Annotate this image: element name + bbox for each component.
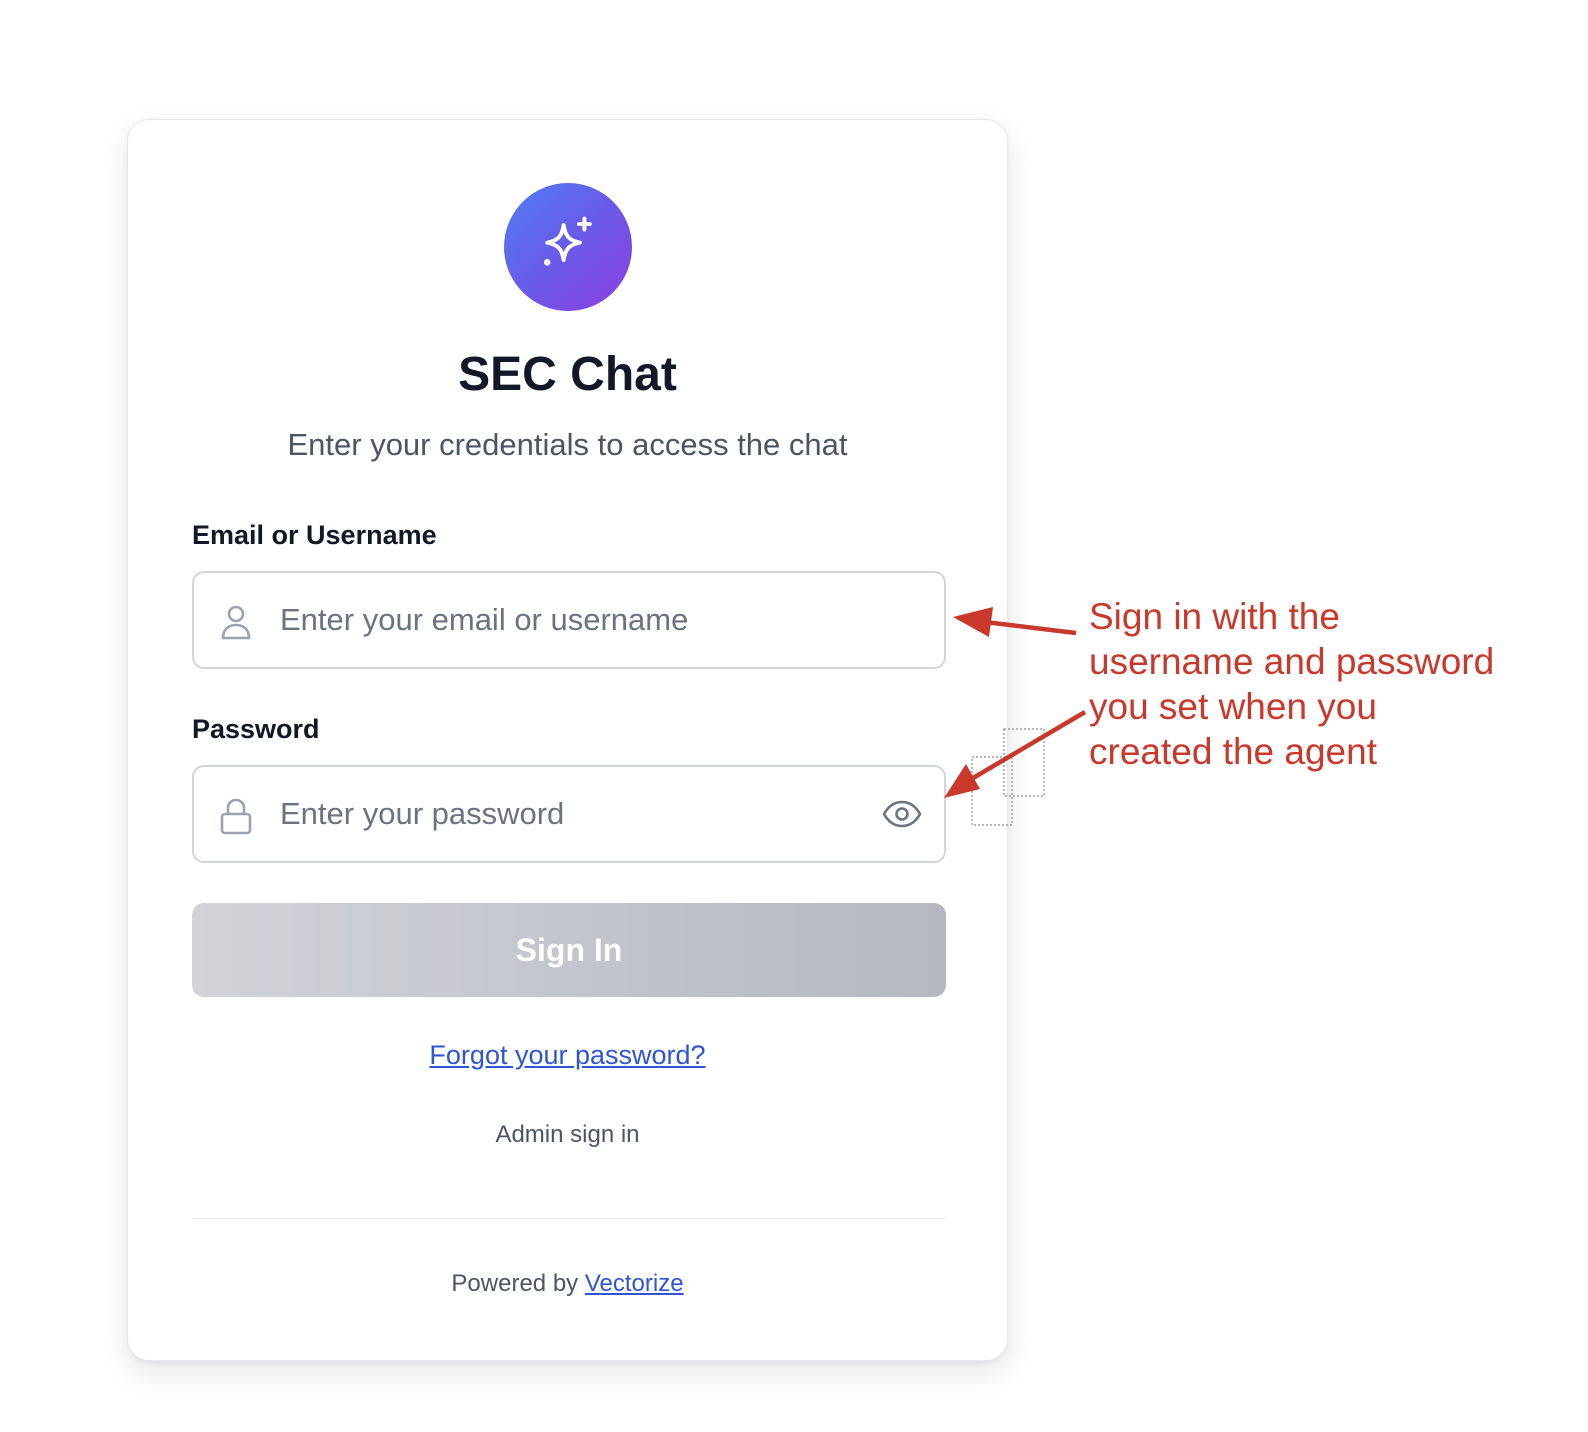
forgot-password-link[interactable]: Forgot your password? xyxy=(429,1040,705,1070)
password-input[interactable] xyxy=(280,767,860,861)
vectorize-link[interactable]: Vectorize xyxy=(585,1270,684,1297)
password-field[interactable] xyxy=(192,765,946,863)
admin-sign-in-link[interactable]: Admin sign in xyxy=(128,1120,1007,1150)
annotation-line: you set when you xyxy=(1089,686,1377,727)
user-icon xyxy=(221,605,251,640)
sign-in-button[interactable]: Sign In xyxy=(192,903,946,997)
password-label: Password xyxy=(192,714,320,744)
forgot-password-row: Forgot your password? xyxy=(128,1037,1007,1073)
powered-by-footer: Powered by Vectorize xyxy=(128,1268,1007,1300)
lock-icon xyxy=(220,798,252,835)
annotation-line: Sign in with the xyxy=(1089,596,1340,637)
sparkles-icon xyxy=(543,216,592,266)
dotted-guide-box xyxy=(1003,728,1045,797)
login-card: SEC Chat Enter your credentials to acces… xyxy=(127,119,1008,1361)
email-label: Email or Username xyxy=(192,520,437,550)
app-logo xyxy=(504,183,632,311)
footer-divider xyxy=(192,1218,946,1219)
page-subtitle: Enter your credentials to access the cha… xyxy=(287,427,848,462)
powered-by-text: Powered by xyxy=(451,1270,579,1297)
annotation-line: username and password xyxy=(1089,641,1495,682)
page-title: SEC Chat xyxy=(458,348,677,401)
eye-icon[interactable] xyxy=(880,794,924,834)
email-input[interactable] xyxy=(280,573,920,667)
annotation-callout: Sign in with the username and password y… xyxy=(1089,594,1559,774)
email-field[interactable] xyxy=(192,571,946,669)
annotation-line: created the agent xyxy=(1089,731,1377,772)
